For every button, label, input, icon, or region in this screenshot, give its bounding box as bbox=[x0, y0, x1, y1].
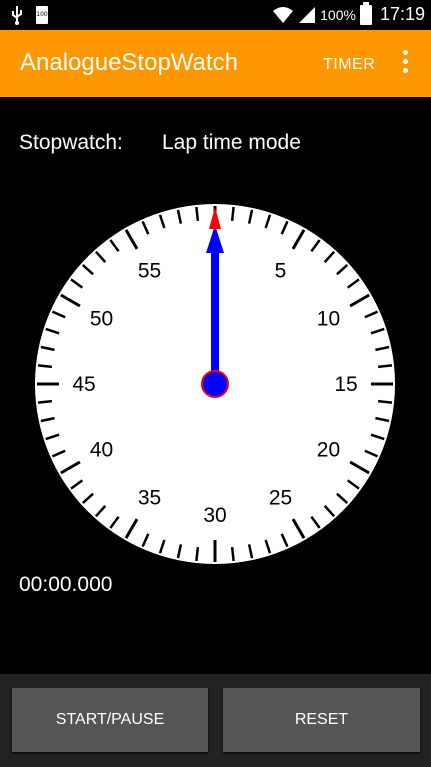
battery-notification-icon: 100 bbox=[36, 6, 48, 24]
signal-icon bbox=[299, 6, 316, 23]
reset-button[interactable]: RESET bbox=[223, 688, 420, 752]
dial-number-45: 45 bbox=[72, 373, 95, 396]
dial-svg: 5 10 15 20 25 30 35 40 45 50 55 bbox=[35, 204, 395, 564]
status-left-icons: 100 bbox=[10, 5, 48, 25]
battery-icon bbox=[359, 1, 372, 25]
usb-icon bbox=[12, 6, 22, 25]
status-bar: 100 100% 17:19 bbox=[0, 0, 431, 30]
minor-tick bbox=[377, 364, 393, 369]
bottom-bar: START/PAUSE RESET bbox=[0, 674, 431, 767]
dial-number-10: 10 bbox=[317, 308, 340, 331]
stopwatch-dial: 5 10 15 20 25 30 35 40 45 50 55 bbox=[34, 203, 396, 565]
hand-shaft bbox=[211, 243, 219, 385]
dial-number-20: 20 bbox=[317, 439, 340, 462]
dial-number-5: 5 bbox=[275, 260, 287, 283]
minor-tick bbox=[195, 206, 200, 222]
dial-number-40: 40 bbox=[90, 439, 113, 462]
overflow-menu-icon[interactable] bbox=[396, 50, 414, 76]
mode-value: Lap time mode bbox=[162, 131, 301, 154]
mode-row: Stopwatch: Lap time mode bbox=[19, 131, 301, 155]
minor-tick bbox=[37, 364, 53, 369]
app-title: AnalogueStopWatch bbox=[20, 49, 238, 76]
status-right-icons: 100% 17:19 bbox=[272, 1, 425, 25]
wifi-icon bbox=[273, 6, 294, 23]
elapsed-time: 00:00.000 bbox=[19, 573, 113, 596]
battery-percent: 100% bbox=[320, 6, 356, 23]
app-bar: AnalogueStopWatch TIMER bbox=[0, 30, 431, 97]
minor-tick bbox=[37, 399, 53, 404]
minor-tick bbox=[230, 546, 235, 562]
dial-number-55: 55 bbox=[138, 260, 161, 283]
dial-number-35: 35 bbox=[138, 486, 161, 509]
start-pause-button[interactable]: START/PAUSE bbox=[12, 688, 208, 752]
minor-tick bbox=[377, 399, 393, 404]
dial-number-50: 50 bbox=[90, 308, 113, 331]
mode-label: Stopwatch: bbox=[19, 131, 123, 154]
minor-tick bbox=[195, 546, 200, 562]
minor-tick bbox=[230, 206, 235, 222]
hand-hub bbox=[201, 370, 229, 398]
dial-number-30: 30 bbox=[203, 504, 226, 527]
timer-action-button[interactable]: TIMER bbox=[323, 56, 375, 74]
dial-number-25: 25 bbox=[269, 486, 292, 509]
dial-number-15: 15 bbox=[334, 373, 357, 396]
status-time: 17:19 bbox=[379, 4, 425, 24]
